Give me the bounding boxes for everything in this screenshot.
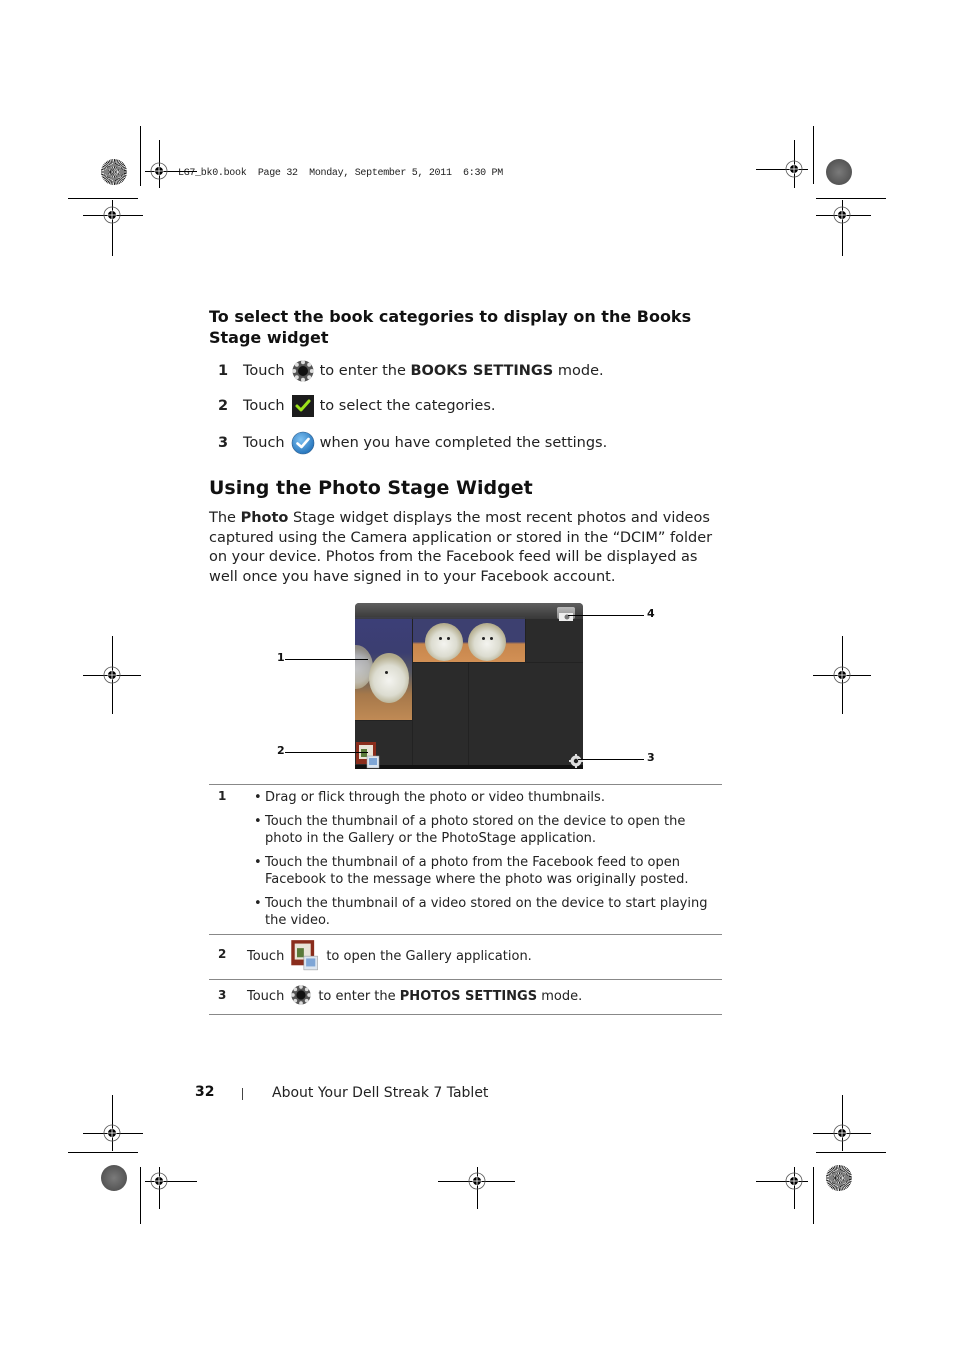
list-item: Touch the thumbnail of a video stored on… [254,895,722,930]
empty-thumbnail [413,663,468,765]
list-item: Touch the thumbnail of a photo from the … [254,854,722,889]
registration-disc-icon [826,1165,852,1191]
settings-gear-icon[interactable] [569,753,583,768]
procedure-step-2: 2 Touch to select the categories. [218,394,496,418]
section-title: Using the Photo Stage Widget [209,477,533,499]
gallery-icon[interactable] [355,741,381,769]
crosshair-icon [103,666,121,684]
intro-text: The [209,510,236,526]
callout-table: 1 Drag or flick through the photo or vid… [209,784,722,1015]
widget-top-bar [355,603,583,619]
crop-line [813,126,814,184]
print-slug: LG7_bk0.book Page 32 Monday, September 5… [178,168,503,179]
callout-1-label: 1 [277,651,285,664]
step-number: 3 [218,435,229,451]
crop-line [816,198,886,199]
crop-line [813,1167,814,1224]
callout-4-line [568,615,644,616]
photo-thumbnail [355,617,412,720]
photo-thumbnail [413,617,525,662]
step-number: 1 [218,363,229,379]
registration-disc-icon [101,159,127,185]
checkmark-box-icon [291,394,315,418]
crop-line [68,198,138,199]
gear-settings-icon [290,984,312,1010]
camera-icon[interactable] [557,607,575,621]
crop-line [140,1167,141,1224]
callout-2-line [285,752,368,753]
crosshair-icon [833,206,851,224]
callout-3-label: 3 [647,751,655,764]
crop-line [140,126,141,186]
procedure-step-1: 1 Touch to enter the BOOKS SETTINGS mode… [218,359,604,383]
step-verb: Touch [243,363,285,379]
empty-thumbnail [526,617,583,662]
row-text-after: mode. [541,989,583,1004]
crosshair-icon [103,206,121,224]
registration-disc-icon [101,1165,127,1191]
callout-3-line [578,759,644,760]
footer-title: About Your Dell Streak 7 Tablet [272,1085,489,1101]
crop-line [816,1152,886,1153]
blue-check-circle-icon [291,431,315,455]
crosshair-icon [150,1172,168,1190]
row-number: 2 [218,946,227,961]
table-row: 2 Touch to open the Gallery application. [209,935,722,980]
step-verb: Touch [243,398,285,414]
bullet-list: Drag or flick through the photo or video… [209,785,722,934]
row-bold-text: PHOTOS SETTINGS [399,989,538,1004]
gallery-icon [290,939,320,975]
crosshair-icon [833,666,851,684]
table-row: 1 Drag or flick through the photo or vid… [209,785,722,935]
footer-separator [242,1088,243,1100]
procedure-step-3: 3 Touch when you have completed the sett… [218,431,607,455]
step-text: to enter the [319,363,406,379]
row-verb: Touch [247,989,285,1004]
callout-1-line [285,659,368,660]
callout-4-label: 4 [647,607,655,620]
section-intro: The Photo Stage widget displays the most… [209,509,724,587]
crosshair-icon [468,1172,486,1190]
row-verb: Touch [247,949,285,964]
registration-disc-icon [826,159,852,185]
crop-line [68,1152,138,1153]
page-number: 32 [195,1084,215,1100]
crosshair-icon [785,1172,803,1190]
step-number: 2 [218,398,229,414]
widget-bottom-bar [355,765,583,769]
list-item: Drag or flick through the photo or video… [254,789,722,807]
intro-bold: Photo [240,510,289,526]
crosshair-icon [785,160,803,178]
step-text: when you have completed the settings. [319,435,608,451]
row-number: 3 [218,987,227,1002]
procedure-heading: To select the book categories to display… [209,307,692,347]
crosshair-icon [103,1124,121,1142]
row-text: to open the Gallery application. [326,949,532,964]
step-bold-text: BOOKS SETTINGS [410,363,554,379]
crosshair-icon [150,162,168,180]
callout-2-label: 2 [277,744,285,757]
row-text: to enter the [318,989,396,1004]
step-text-after: mode. [557,363,604,379]
row-number: 1 [218,789,227,803]
crosshair-icon [833,1124,851,1142]
empty-thumbnail [469,663,583,765]
table-row: 3 Touch to enter the PHOTOS SETTINGS mod… [209,980,722,1015]
step-text: to select the categories. [319,398,496,414]
gear-settings-icon [291,359,315,383]
list-item: Touch the thumbnail of a photo stored on… [254,813,722,848]
photo-stage-widget-screenshot [355,603,583,769]
step-verb: Touch [243,435,285,451]
